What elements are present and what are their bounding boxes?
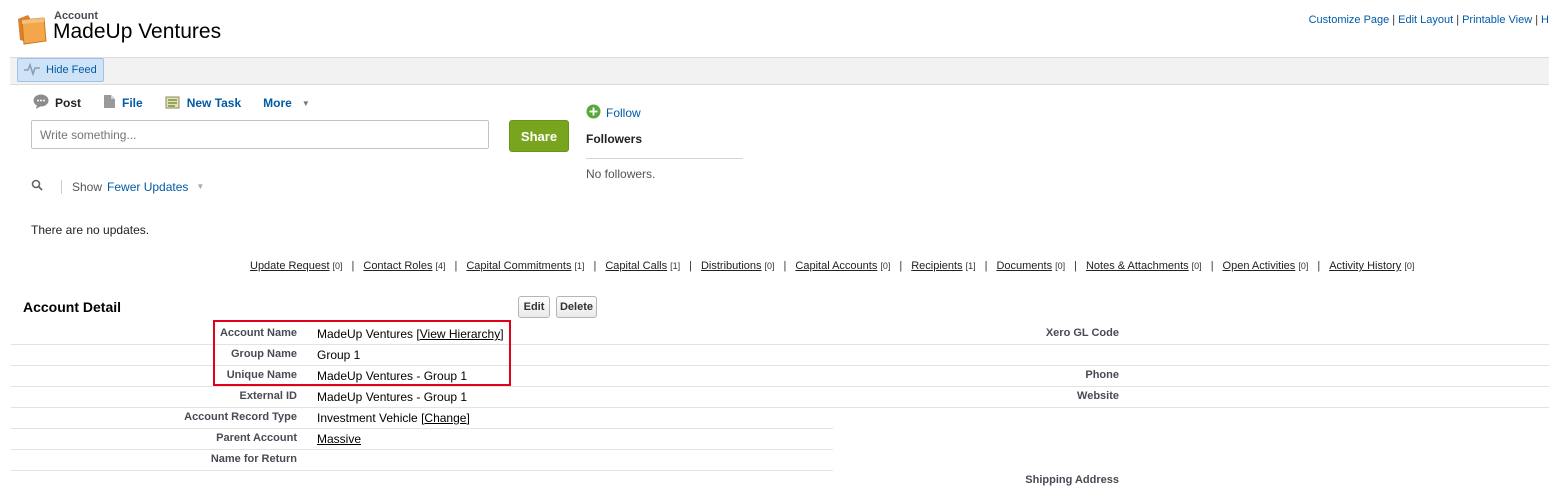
separator: |: [689, 260, 692, 272]
delete-button[interactable]: Delete: [556, 296, 597, 318]
chat-bubble-icon: [33, 94, 49, 112]
follow-button[interactable]: Follow: [586, 104, 641, 122]
more-label: More: [263, 96, 292, 110]
section-title: Account Detail: [23, 299, 122, 315]
plus-circle-icon: [586, 104, 601, 122]
related-link-distributions[interactable]: Distributions: [701, 260, 762, 272]
dropdown-arrow-icon[interactable]: ▼: [196, 182, 204, 191]
share-button[interactable]: Share: [509, 120, 569, 152]
related-link-update-request[interactable]: Update Request: [250, 260, 330, 272]
post-input[interactable]: [31, 120, 489, 149]
hide-feed-button[interactable]: Hide Feed: [17, 58, 104, 82]
search-icon[interactable]: [31, 179, 43, 194]
phone-label: Phone: [1085, 369, 1119, 381]
file-action[interactable]: File: [103, 94, 143, 112]
separator: |: [351, 260, 355, 272]
related-link-capital-commitments[interactable]: Capital Commitments: [466, 260, 571, 272]
parent-account-value: Massive: [317, 432, 361, 446]
post-label: Post: [55, 96, 82, 110]
no-updates-message: There are no updates.: [31, 223, 150, 237]
header-links: Customize Page | Edit Layout | Printable Vie…: [1309, 14, 1549, 26]
separator: |: [1535, 14, 1539, 26]
feed-toolbar: [10, 57, 1549, 85]
related-count: [4]: [435, 261, 446, 271]
file-icon: [103, 94, 116, 112]
separator: |: [1317, 260, 1321, 272]
customize-page-link[interactable]: Customize Page: [1309, 14, 1390, 26]
post-action[interactable]: Post: [33, 94, 81, 112]
new-task-label: New Task: [186, 96, 242, 110]
related-list-links: Update Request [0] | Contact Roles [4] | Cap…: [250, 260, 1414, 272]
related-count: [0]: [1404, 261, 1415, 271]
followers-heading: Followers: [586, 132, 643, 146]
account-folder-icon: [16, 13, 48, 45]
record-type-label: Account Record Type: [184, 411, 297, 423]
parent-account-link[interactable]: Massive: [317, 432, 361, 446]
file-label: File: [122, 96, 143, 110]
row-divider: [11, 428, 833, 429]
dropdown-arrow-icon: ▼: [301, 98, 310, 108]
page-title: MadeUp Ventures: [53, 20, 222, 43]
separator: |: [593, 260, 597, 272]
printable-view-link[interactable]: Printable View: [1462, 14, 1532, 26]
name-for-return-label: Name for Return: [210, 453, 297, 465]
related-link-activity-history[interactable]: Activity History: [1329, 260, 1401, 272]
fewer-updates-filter[interactable]: Fewer Updates: [107, 180, 188, 194]
separator: |: [984, 260, 988, 272]
row-divider: [11, 470, 833, 471]
separator: |: [1210, 260, 1214, 272]
publisher-actions: Post File New Task More ▼: [33, 94, 332, 112]
external-id-value: MadeUp Ventures - Group 1: [317, 390, 468, 404]
record-type-value: Investment Vehicle [Change]: [317, 411, 470, 425]
hide-feed-label: Hide Feed: [46, 64, 97, 76]
follow-label: Follow: [606, 106, 641, 120]
separator: |: [454, 260, 458, 272]
related-link-documents[interactable]: Documents: [996, 260, 1052, 272]
row-divider: [11, 407, 1549, 408]
related-count: [0]: [764, 261, 775, 271]
edit-layout-link[interactable]: Edit Layout: [1398, 14, 1453, 26]
highlight-annotation-box: [213, 320, 511, 386]
more-action[interactable]: More ▼: [263, 96, 310, 110]
no-followers-message: No followers.: [586, 167, 656, 181]
related-link-notes-attachments[interactable]: Notes & Attachments: [1086, 260, 1189, 272]
divider: [61, 179, 62, 194]
help-link[interactable]: H: [1541, 14, 1549, 26]
external-id-label: External ID: [239, 390, 297, 402]
related-link-capital-accounts[interactable]: Capital Accounts: [795, 260, 877, 272]
related-count: [0]: [1298, 261, 1309, 271]
related-link-recipients[interactable]: Recipients: [911, 260, 962, 272]
change-record-type-link[interactable]: Change: [424, 411, 466, 425]
related-count: [0]: [1191, 261, 1202, 271]
task-icon: [165, 95, 181, 112]
related-count: [0]: [1055, 261, 1066, 271]
related-link-capital-calls[interactable]: Capital Calls: [605, 260, 667, 272]
feed-pulse-icon: [24, 62, 40, 79]
xero-gl-code-label: Xero GL Code: [1045, 327, 1119, 339]
shipping-address-label: Shipping Address: [1025, 474, 1119, 486]
separator: |: [783, 260, 787, 272]
related-link-open-activities[interactable]: Open Activities: [1223, 260, 1296, 272]
row-divider: [11, 386, 1549, 387]
separator: |: [1392, 14, 1396, 26]
divider: [586, 158, 743, 159]
related-count: [1]: [574, 261, 585, 271]
related-count: [1]: [670, 261, 681, 271]
parent-account-label: Parent Account: [216, 432, 297, 444]
related-count: [0]: [880, 261, 891, 271]
record-type-text: Investment Vehicle: [317, 411, 418, 425]
edit-button[interactable]: Edit: [518, 296, 550, 318]
separator: |: [1074, 260, 1077, 272]
separator: |: [1456, 14, 1460, 26]
related-count: [1]: [965, 261, 976, 271]
related-link-contact-roles[interactable]: Contact Roles: [363, 260, 432, 272]
separator: |: [899, 260, 903, 272]
related-count: [0]: [332, 261, 343, 271]
show-label: Show: [72, 179, 103, 194]
feed-filter: Show Fewer Updates ▼: [31, 179, 204, 194]
row-divider: [11, 449, 833, 450]
website-label: Website: [1077, 390, 1119, 402]
new-task-action[interactable]: New Task: [165, 95, 241, 112]
